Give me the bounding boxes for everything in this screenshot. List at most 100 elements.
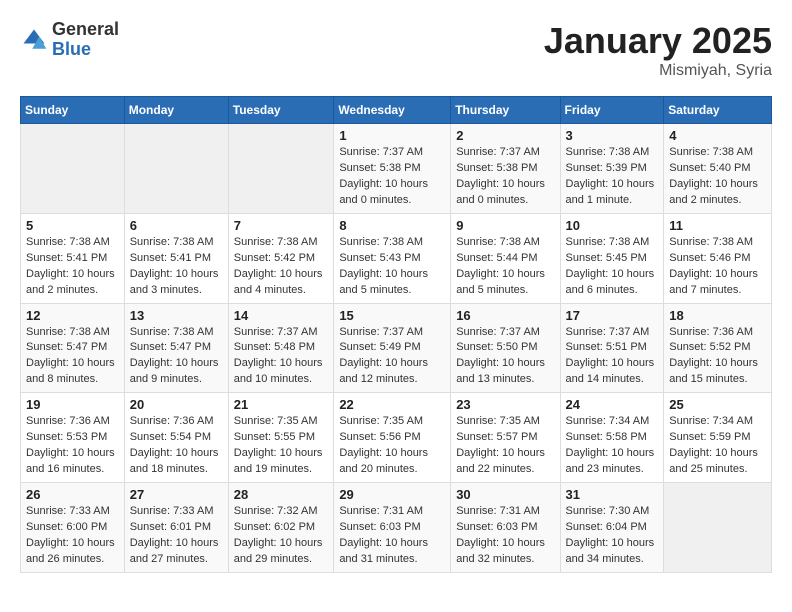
calendar-week-4: 19 Sunrise: 7:36 AMSunset: 5:53 PMDayligh… [21, 393, 772, 483]
weekday-header-friday: Friday [560, 97, 664, 124]
calendar-cell: 5Sunrise: 7:38 AMSunset: 5:41 PMDaylight… [21, 213, 125, 303]
day-number: 18 [669, 308, 766, 323]
calendar-cell: 25Sunrise: 7:34 AMSunset: 5:59 PMDayligh… [664, 393, 772, 483]
title-block: January 2025 Mismiyah, Syria [544, 20, 772, 80]
day-number: 8 [339, 218, 445, 233]
day-number: 4 [669, 128, 766, 143]
day-number: 23 [456, 397, 554, 412]
calendar-title: January 2025 [544, 20, 772, 62]
calendar-cell: 19 Sunrise: 7:36 AMSunset: 5:53 PMDayligh… [21, 393, 125, 483]
day-info: Sunrise: 7:37 AMSunset: 5:50 PMDaylight:… [456, 325, 554, 389]
calendar-cell: 29 Sunrise: 7:31 AMSunset: 6:03 PMDayligh… [334, 483, 451, 573]
day-number: 24 [566, 397, 659, 412]
weekday-header-thursday: Thursday [451, 97, 560, 124]
calendar-cell: 21Sunrise: 7:35 AMSunset: 5:55 PMDayligh… [228, 393, 334, 483]
day-info: Sunrise: 7:37 AMSunset: 5:49 PMDaylight:… [339, 325, 445, 389]
calendar-cell: 27Sunrise: 7:33 AMSunset: 6:01 PMDayligh… [124, 483, 228, 573]
calendar-header: SundayMondayTuesdayWednesdayThursdayFrid… [21, 97, 772, 124]
day-info: Sunrise: 7:38 AMSunset: 5:41 PMDaylight:… [130, 235, 223, 299]
weekday-header-sunday: Sunday [21, 97, 125, 124]
day-number: 11 [669, 218, 766, 233]
calendar-cell: 23 Sunrise: 7:35 AMSunset: 5:57 PMDayligh… [451, 393, 560, 483]
day-info: Sunrise: 7:36 AMSunset: 5:54 PMDaylight:… [130, 414, 223, 478]
calendar-week-1: 1Sunrise: 7:37 AMSunset: 5:38 PMDaylight… [21, 124, 772, 214]
day-number: 6 [130, 218, 223, 233]
weekday-header-monday: Monday [124, 97, 228, 124]
calendar-cell: 2Sunrise: 7:37 AMSunset: 5:38 PMDaylight… [451, 124, 560, 214]
calendar-cell: 15 Sunrise: 7:37 AMSunset: 5:49 PMDayligh… [334, 303, 451, 393]
calendar-cell: 3Sunrise: 7:38 AMSunset: 5:39 PMDaylight… [560, 124, 664, 214]
calendar-cell [664, 483, 772, 573]
calendar-cell [124, 124, 228, 214]
day-number: 27 [130, 487, 223, 502]
day-info: Sunrise: 7:32 AMSunset: 6:02 PMDaylight:… [234, 504, 329, 568]
day-number: 14 [234, 308, 329, 323]
day-number: 10 [566, 218, 659, 233]
day-info: Sunrise: 7:35 AMSunset: 5:56 PMDaylight:… [339, 414, 445, 478]
calendar-cell: 13Sunrise: 7:38 AMSunset: 5:47 PMDayligh… [124, 303, 228, 393]
calendar-cell: 26 Sunrise: 7:33 AMSunset: 6:00 PMDayligh… [21, 483, 125, 573]
day-number: 2 [456, 128, 554, 143]
day-info: Sunrise: 7:35 AMSunset: 5:57 PMDaylight:… [456, 414, 554, 478]
day-number: 12 [26, 308, 119, 323]
calendar-cell: 1Sunrise: 7:37 AMSunset: 5:38 PMDaylight… [334, 124, 451, 214]
day-info: Sunrise: 7:31 AMSunset: 6:03 PMDaylight:… [339, 504, 445, 568]
day-number: 7 [234, 218, 329, 233]
day-number: 22 [339, 397, 445, 412]
day-info: Sunrise: 7:34 AMSunset: 5:58 PMDaylight:… [566, 414, 659, 478]
weekday-header-row: SundayMondayTuesdayWednesdayThursdayFrid… [21, 97, 772, 124]
day-number: 29 [339, 487, 445, 502]
calendar-cell: 12 Sunrise: 7:38 AMSunset: 5:47 PMDayligh… [21, 303, 125, 393]
calendar-cell: 10 Sunrise: 7:38 AMSunset: 5:45 PMDayligh… [560, 213, 664, 303]
day-info: Sunrise: 7:38 AMSunset: 5:42 PMDaylight:… [234, 235, 329, 299]
day-info: Sunrise: 7:33 AMSunset: 6:00 PMDaylight:… [26, 504, 119, 568]
day-info: Sunrise: 7:38 AMSunset: 5:44 PMDaylight:… [456, 235, 554, 299]
day-number: 19 [26, 397, 119, 412]
calendar-cell: 22 Sunrise: 7:35 AMSunset: 5:56 PMDayligh… [334, 393, 451, 483]
calendar-cell: 6 Sunrise: 7:38 AMSunset: 5:41 PMDaylight… [124, 213, 228, 303]
day-number: 21 [234, 397, 329, 412]
logo-icon [20, 26, 48, 54]
day-info: Sunrise: 7:30 AMSunset: 6:04 PMDaylight:… [566, 504, 659, 568]
calendar-cell: 11Sunrise: 7:38 AMSunset: 5:46 PMDayligh… [664, 213, 772, 303]
day-info: Sunrise: 7:37 AMSunset: 5:48 PMDaylight:… [234, 325, 329, 389]
day-number: 26 [26, 487, 119, 502]
calendar-cell: 16 Sunrise: 7:37 AMSunset: 5:50 PMDayligh… [451, 303, 560, 393]
calendar-subtitle: Mismiyah, Syria [544, 62, 772, 80]
calendar-cell: 18 Sunrise: 7:36 AMSunset: 5:52 PMDayligh… [664, 303, 772, 393]
day-number: 9 [456, 218, 554, 233]
calendar-table: SundayMondayTuesdayWednesdayThursdayFrid… [20, 96, 772, 573]
calendar-cell: 14 Sunrise: 7:37 AMSunset: 5:48 PMDayligh… [228, 303, 334, 393]
day-info: Sunrise: 7:31 AMSunset: 6:03 PMDaylight:… [456, 504, 554, 568]
calendar-cell: 20Sunrise: 7:36 AMSunset: 5:54 PMDayligh… [124, 393, 228, 483]
calendar-cell: 17Sunrise: 7:37 AMSunset: 5:51 PMDayligh… [560, 303, 664, 393]
logo-blue: Blue [52, 40, 119, 60]
logo-text: General Blue [52, 20, 119, 60]
calendar-week-2: 5Sunrise: 7:38 AMSunset: 5:41 PMDaylight… [21, 213, 772, 303]
day-info: Sunrise: 7:38 AMSunset: 5:47 PMDaylight:… [26, 325, 119, 389]
calendar-cell: 30 Sunrise: 7:31 AMSunset: 6:03 PMDayligh… [451, 483, 560, 573]
day-number: 16 [456, 308, 554, 323]
day-info: Sunrise: 7:36 AMSunset: 5:53 PMDaylight:… [26, 414, 119, 478]
calendar-cell: 31Sunrise: 7:30 AMSunset: 6:04 PMDayligh… [560, 483, 664, 573]
day-number: 15 [339, 308, 445, 323]
day-info: Sunrise: 7:38 AMSunset: 5:45 PMDaylight:… [566, 235, 659, 299]
day-info: Sunrise: 7:36 AMSunset: 5:52 PMDaylight:… [669, 325, 766, 389]
day-info: Sunrise: 7:38 AMSunset: 5:39 PMDaylight:… [566, 145, 659, 209]
calendar-cell: 8Sunrise: 7:38 AMSunset: 5:43 PMDaylight… [334, 213, 451, 303]
logo: General Blue [20, 20, 119, 60]
weekday-header-saturday: Saturday [664, 97, 772, 124]
day-number: 30 [456, 487, 554, 502]
day-info: Sunrise: 7:37 AMSunset: 5:51 PMDaylight:… [566, 325, 659, 389]
calendar-cell: 9 Sunrise: 7:38 AMSunset: 5:44 PMDaylight… [451, 213, 560, 303]
calendar-cell: 7 Sunrise: 7:38 AMSunset: 5:42 PMDaylight… [228, 213, 334, 303]
page-header: General Blue January 2025 Mismiyah, Syri… [20, 20, 772, 80]
weekday-header-tuesday: Tuesday [228, 97, 334, 124]
day-number: 1 [339, 128, 445, 143]
calendar-body: 1Sunrise: 7:37 AMSunset: 5:38 PMDaylight… [21, 124, 772, 573]
day-number: 28 [234, 487, 329, 502]
calendar-cell: 4Sunrise: 7:38 AMSunset: 5:40 PMDaylight… [664, 124, 772, 214]
calendar-week-5: 26 Sunrise: 7:33 AMSunset: 6:00 PMDayligh… [21, 483, 772, 573]
calendar-cell: 24 Sunrise: 7:34 AMSunset: 5:58 PMDayligh… [560, 393, 664, 483]
calendar-cell [228, 124, 334, 214]
